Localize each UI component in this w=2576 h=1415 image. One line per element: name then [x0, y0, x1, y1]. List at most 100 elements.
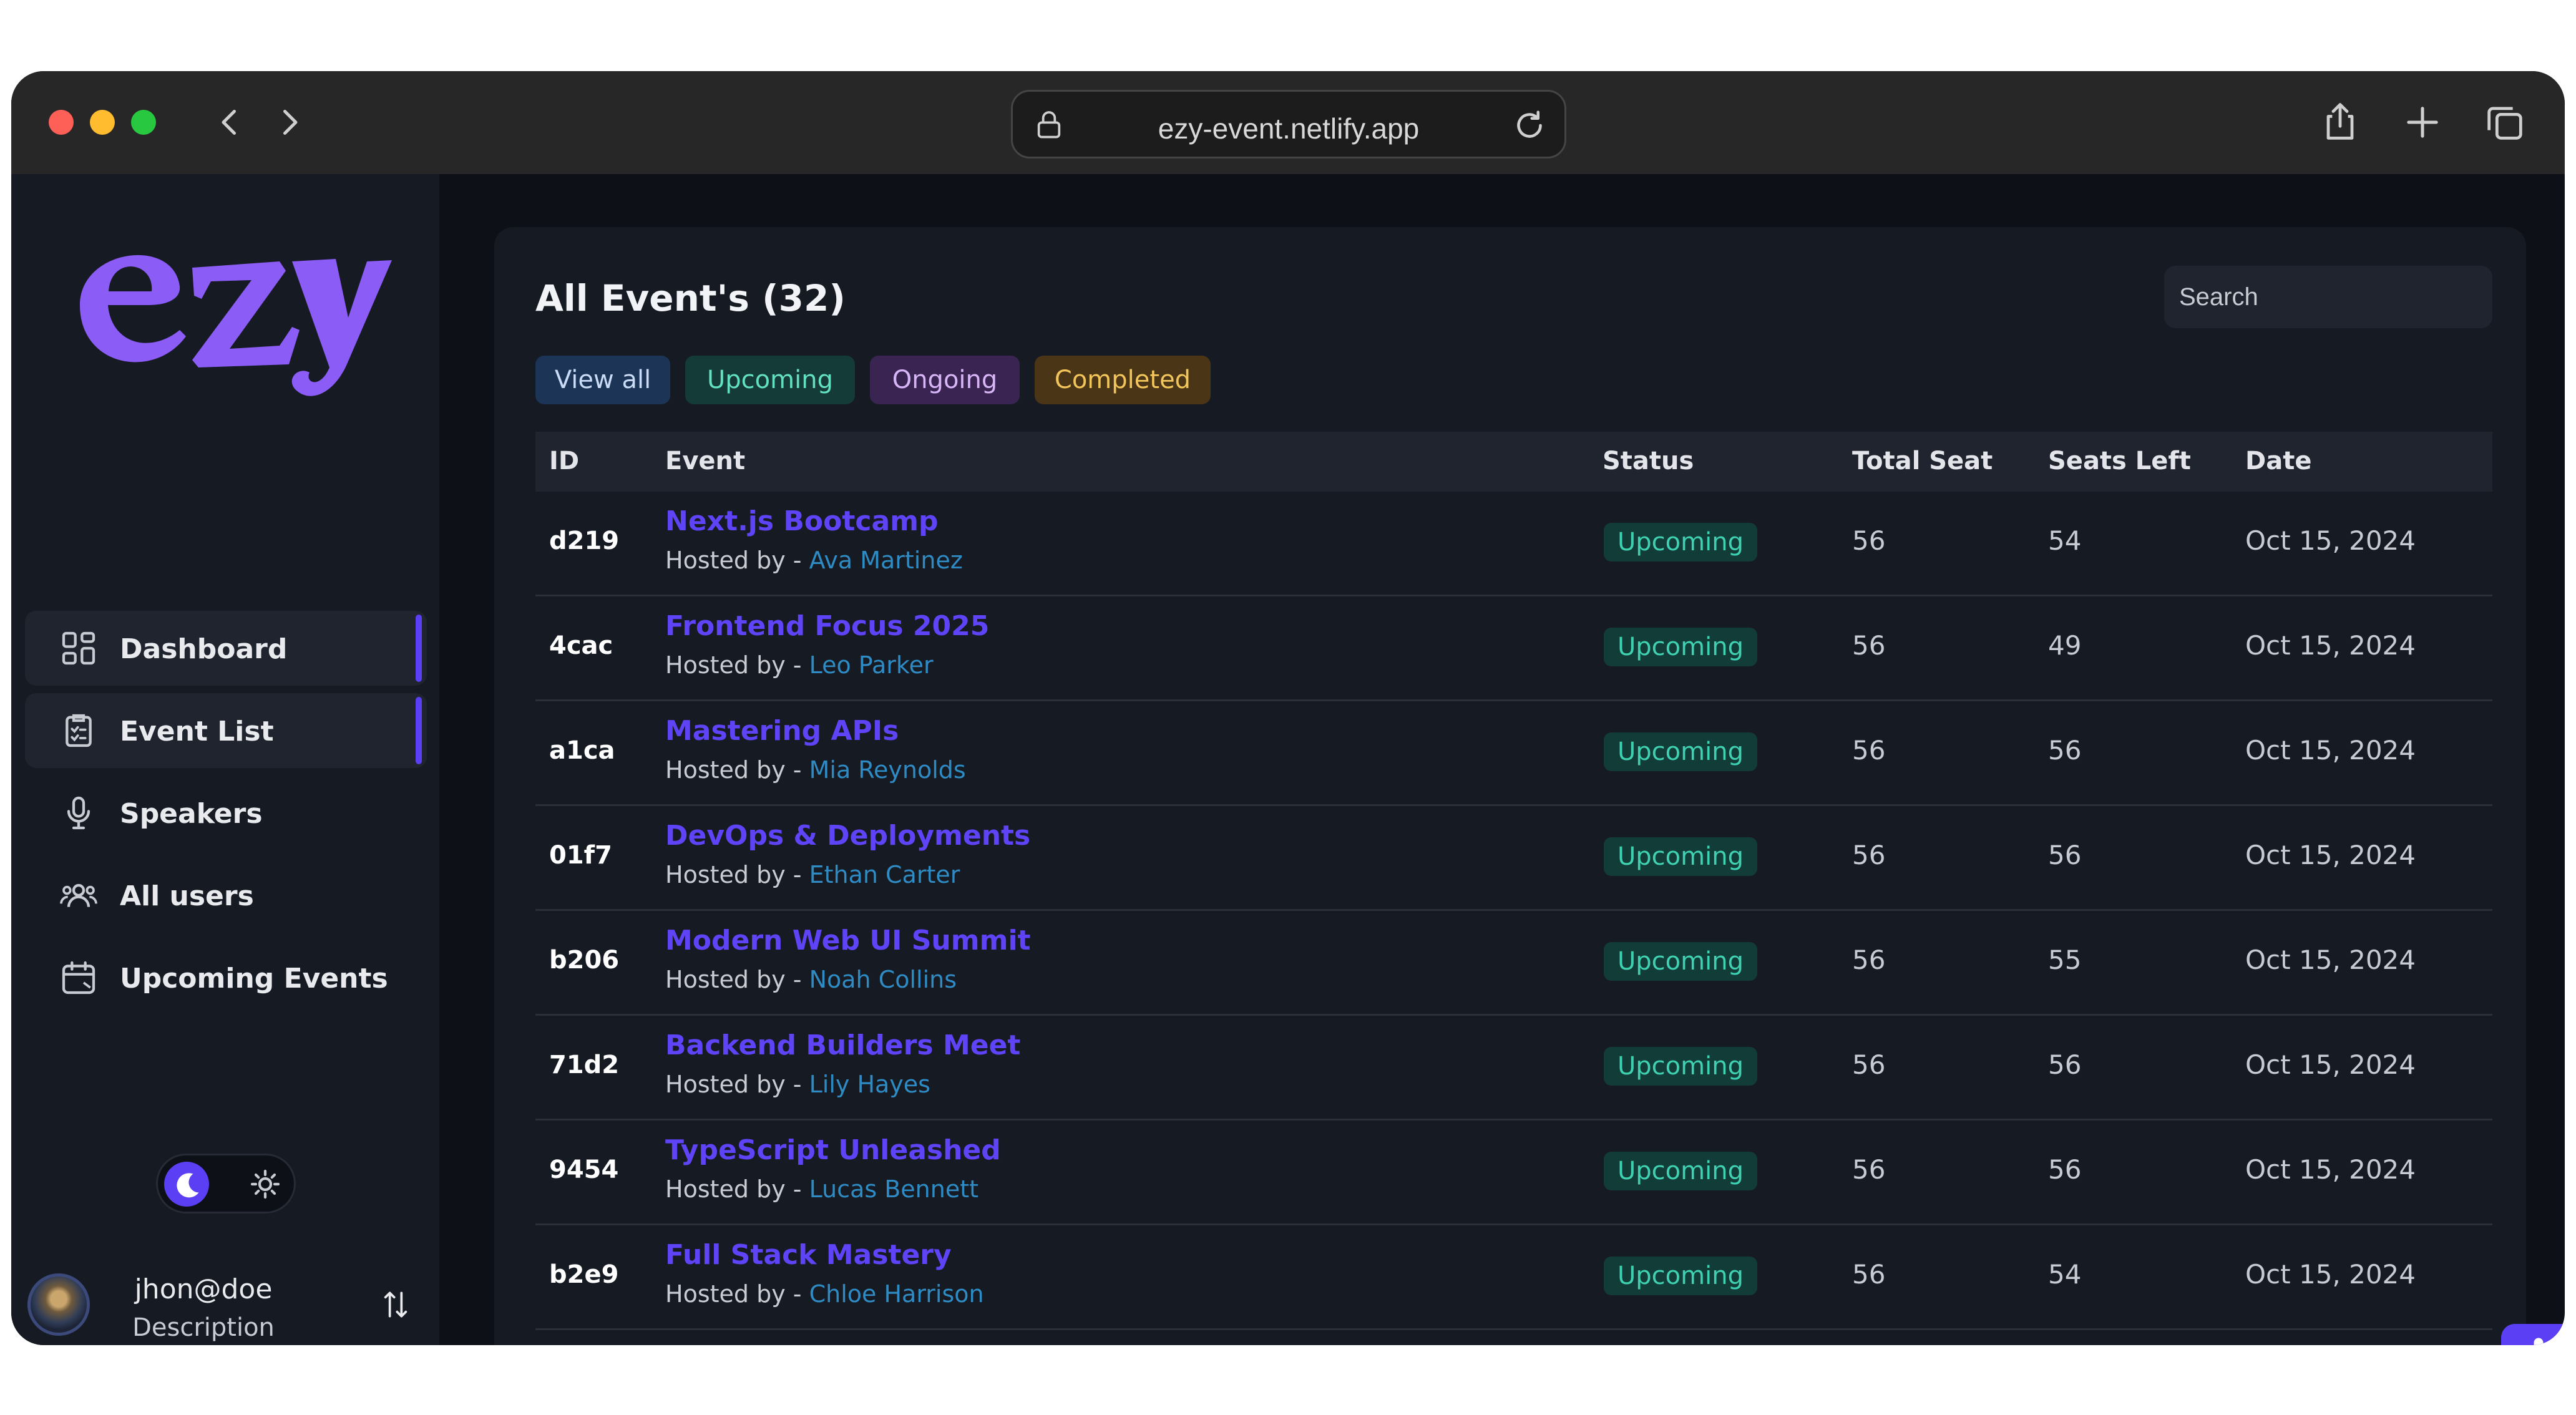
checklist-icon	[59, 711, 99, 751]
sidebar-item-label: Event List	[120, 716, 274, 747]
microphone-icon	[59, 793, 99, 833]
seats-left: 56	[2048, 1049, 2082, 1080]
event-title-link[interactable]: Next.js Bootcamp	[665, 505, 939, 537]
maximize-window-button[interactable]	[131, 110, 156, 135]
event-title-link[interactable]: Mastering APIs	[665, 715, 899, 747]
user-profile[interactable]: jhon@doe Description	[11, 1260, 439, 1342]
sort-arrows-icon	[384, 1291, 407, 1318]
total-seat: 56	[1852, 840, 1886, 870]
total-seat: 56	[1852, 1259, 1886, 1290]
theme-toggle[interactable]	[156, 1154, 296, 1213]
total-seat: 56	[1852, 525, 1886, 556]
host-name[interactable]: Lily Hayes	[809, 1071, 930, 1098]
back-button[interactable]	[211, 104, 248, 141]
close-window-button[interactable]	[49, 110, 74, 135]
event-title-link[interactable]: Frontend Focus 2025	[665, 610, 989, 642]
total-seat: 56	[1852, 1049, 1886, 1080]
total-seat: 56	[1852, 945, 1886, 975]
dashboard-grid-icon	[59, 628, 99, 668]
event-title-link[interactable]: DevOps & Deployments	[665, 820, 1030, 852]
sun-icon[interactable]	[243, 1162, 288, 1207]
host-name[interactable]: Lucas Bennett	[809, 1175, 978, 1203]
table-row[interactable]: 4cac Frontend Focus 2025 Hosted by - Leo P…	[535, 596, 2492, 701]
status-badge: Upcoming	[1604, 1257, 1757, 1295]
share-icon	[2326, 103, 2354, 140]
status-badge: Upcoming	[1604, 837, 1757, 876]
host-name[interactable]: Ethan Carter	[809, 861, 960, 888]
sidebar-item-all-users[interactable]: All users	[25, 858, 427, 933]
event-id: 01f7	[549, 841, 612, 870]
filter-view-all[interactable]: View all	[535, 356, 670, 404]
table-row[interactable]: b2e9 Full Stack Mastery Hosted by - Chloe …	[535, 1225, 2492, 1330]
forward-button[interactable]	[271, 104, 308, 141]
seats-left: 49	[2048, 630, 2082, 661]
total-seat: 56	[1852, 630, 1886, 661]
host-name[interactable]: Leo Parker	[809, 651, 934, 679]
events-panel: All Event's (32) View all Upcoming Ongoi…	[494, 227, 2526, 1345]
browser-window: ezy-event.netlify.app Dashboard Event Li…	[11, 71, 2565, 1345]
event-id: a1ca	[549, 736, 615, 765]
status-badge: Upcoming	[1604, 1047, 1757, 1086]
table-row[interactable]: b206 Modern Web UI Summit Hosted by - Noah…	[535, 911, 2492, 1016]
search-input[interactable]	[2164, 266, 2492, 328]
minimize-window-button[interactable]	[90, 110, 115, 135]
table-row[interactable]: 01f7 DevOps & Deployments Hosted by - Etha…	[535, 806, 2492, 911]
table-row[interactable]: 71d2 Backend Builders Meet Hosted by - Lil…	[535, 1016, 2492, 1121]
page-title: All Event's (32)	[535, 277, 846, 319]
event-id: b2e9	[549, 1260, 619, 1289]
moon-icon[interactable]	[164, 1162, 209, 1207]
sidebar-item-dashboard[interactable]: Dashboard	[25, 611, 427, 686]
event-id: b206	[549, 946, 620, 975]
user-description: Description	[132, 1313, 275, 1342]
switch-account-button[interactable]	[378, 1287, 413, 1322]
table-row[interactable]: d219 Next.js Bootcamp Hosted by - Ava Mart…	[535, 492, 2492, 596]
event-date: Oct 15, 2024	[2245, 630, 2416, 661]
status-badge: Upcoming	[1604, 523, 1757, 562]
share-button[interactable]	[2316, 99, 2364, 146]
event-title-link[interactable]: Backend Builders Meet	[665, 1029, 1020, 1061]
event-title-link[interactable]: TypeScript Unleashed	[665, 1134, 1001, 1166]
filter-completed[interactable]: Completed	[1035, 356, 1211, 404]
add-event-button[interactable]	[2501, 1324, 2565, 1345]
host-name[interactable]: Chloe Harrison	[809, 1280, 984, 1308]
reload-icon[interactable]	[1511, 107, 1548, 144]
sidebar-item-event-list[interactable]: Event List	[25, 693, 427, 768]
table-row[interactable]: a1ca Mastering APIs Hosted by - Mia Reynol…	[535, 701, 2492, 806]
sidebar-item-speakers[interactable]: Speakers	[25, 776, 427, 850]
event-title-link[interactable]: Modern Web UI Summit	[665, 925, 1031, 956]
new-tab-button[interactable]	[2399, 99, 2446, 146]
total-seat: 56	[1852, 735, 1886, 766]
sidebar-item-label: Dashboard	[120, 633, 288, 665]
event-date: Oct 15, 2024	[2245, 735, 2416, 766]
filter-upcoming[interactable]: Upcoming	[685, 356, 855, 404]
event-title-link[interactable]: Full Stack Mastery	[665, 1239, 952, 1271]
avatar[interactable]	[27, 1273, 90, 1336]
browser-toolbar: ezy-event.netlify.app	[11, 71, 2565, 174]
host-name[interactable]: Ava Martinez	[809, 547, 963, 574]
seats-left: 54	[2048, 525, 2082, 556]
active-indicator	[416, 615, 422, 682]
event-host: Hosted by - Chloe Harrison	[665, 1280, 984, 1308]
filter-ongoing[interactable]: Ongoing	[870, 356, 1020, 404]
plus-icon	[2407, 107, 2438, 138]
event-host: Hosted by - Leo Parker	[665, 651, 934, 679]
column-event: Event	[665, 447, 746, 475]
table-row[interactable]: 9454 TypeScript Unleashed Hosted by - Luca…	[535, 1121, 2492, 1225]
seats-left: 56	[2048, 735, 2082, 766]
tab-overview-button[interactable]	[2481, 99, 2529, 146]
sidebar-item-label: All users	[120, 880, 254, 912]
seats-left: 56	[2048, 840, 2082, 870]
event-date: Oct 15, 2024	[2245, 1259, 2416, 1290]
column-total-seat: Total Seat	[1852, 447, 1993, 475]
events-table-body: d219 Next.js Bootcamp Hosted by - Ava Mart…	[535, 492, 2492, 1330]
host-name[interactable]: Mia Reynolds	[809, 756, 966, 784]
sidebar-item-upcoming-events[interactable]: Upcoming Events	[25, 940, 427, 1015]
event-date: Oct 15, 2024	[2245, 1154, 2416, 1185]
event-host: Hosted by - Noah Collins	[665, 966, 957, 993]
event-date: Oct 15, 2024	[2245, 840, 2416, 870]
host-name[interactable]: Noah Collins	[809, 966, 957, 993]
sidebar: Dashboard Event List Speakers All users	[11, 174, 439, 1345]
address-bar[interactable]: ezy-event.netlify.app	[1011, 90, 1566, 158]
hosted-by-label: Hosted by -	[665, 861, 809, 888]
column-seats-left: Seats Left	[2048, 447, 2191, 475]
